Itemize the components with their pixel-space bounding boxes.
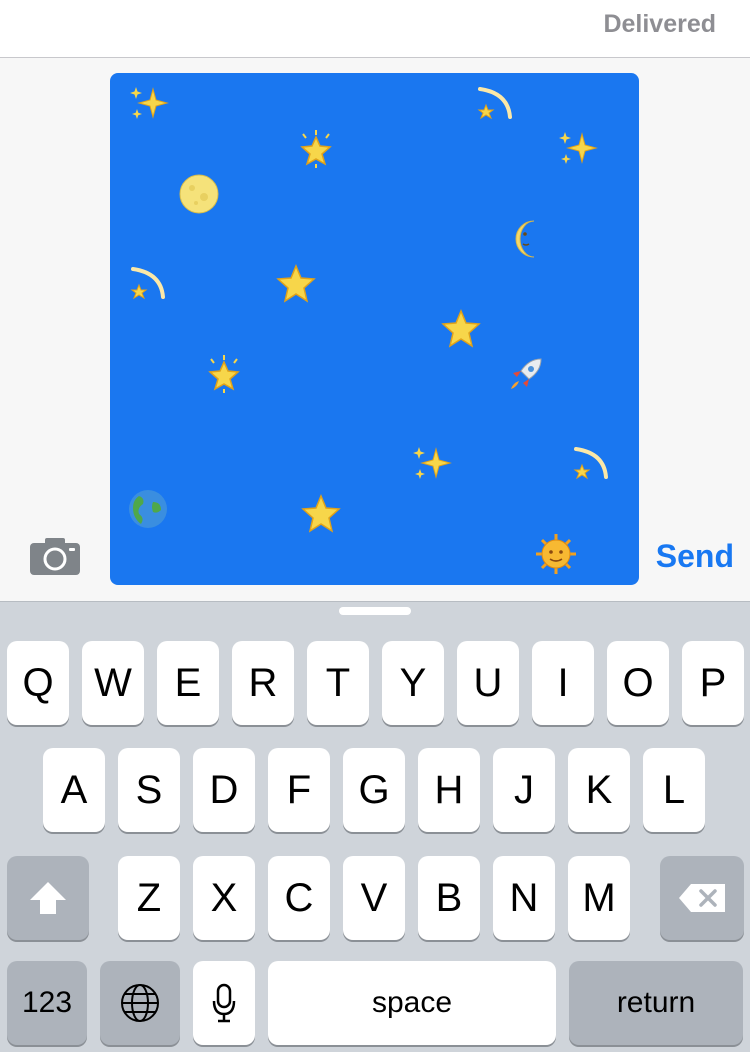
send-button[interactable]: Send [656, 538, 734, 575]
key-a[interactable]: A [43, 748, 105, 832]
delivery-status: Delivered [603, 10, 716, 38]
key-r[interactable]: R [232, 641, 294, 725]
key-g[interactable]: G [343, 748, 405, 832]
globe-icon [121, 984, 159, 1022]
key-u[interactable]: U [457, 641, 519, 725]
key-j[interactable]: J [493, 748, 555, 832]
shift-icon [30, 882, 66, 914]
sparkles-icon [410, 443, 452, 485]
keyboard: QWERTYUIOP ASDFGHJKL ZXCVBNM 123 space r [0, 601, 750, 1052]
camera-icon [30, 538, 80, 575]
key-e[interactable]: E [157, 641, 219, 725]
key-v[interactable]: V [343, 856, 405, 940]
microphone-icon [212, 983, 236, 1023]
globe-icon [127, 488, 169, 530]
numbers-key[interactable]: 123 [7, 961, 87, 1045]
full-moon-icon [178, 173, 220, 215]
delete-key[interactable] [660, 856, 744, 940]
drawing-canvas[interactable] [110, 73, 639, 585]
key-z[interactable]: Z [118, 856, 180, 940]
star-icon [275, 263, 317, 305]
globe-key[interactable] [100, 961, 180, 1045]
shooting-star-icon [474, 83, 516, 125]
key-w[interactable]: W [82, 641, 144, 725]
space-key[interactable]: space [268, 961, 556, 1045]
delete-icon [679, 884, 725, 912]
key-s[interactable]: S [118, 748, 180, 832]
key-f[interactable]: F [268, 748, 330, 832]
shooting-star-icon [127, 263, 169, 305]
key-m[interactable]: M [568, 856, 630, 940]
shooting-star-icon [570, 443, 612, 485]
top-bar: Delivered [0, 0, 750, 58]
shift-key[interactable] [7, 856, 89, 940]
key-y[interactable]: Y [382, 641, 444, 725]
glowing-star-icon [295, 128, 337, 170]
key-d[interactable]: D [193, 748, 255, 832]
sun-face-icon [535, 533, 577, 575]
sparkles-icon [556, 128, 598, 170]
key-x[interactable]: X [193, 856, 255, 940]
crescent-moon-face-icon [510, 218, 552, 260]
glowing-star-icon [203, 353, 245, 395]
key-l[interactable]: L [643, 748, 705, 832]
sparkles-icon [127, 83, 169, 125]
key-p[interactable]: P [682, 641, 744, 725]
key-h[interactable]: H [418, 748, 480, 832]
key-i[interactable]: I [532, 641, 594, 725]
star-icon [300, 493, 342, 535]
star-icon [440, 308, 482, 350]
key-n[interactable]: N [493, 856, 555, 940]
return-key[interactable]: return [569, 961, 743, 1045]
camera-button[interactable] [29, 536, 81, 576]
microphone-key[interactable] [193, 961, 255, 1045]
key-c[interactable]: C [268, 856, 330, 940]
keyboard-grabber[interactable] [339, 607, 411, 615]
key-b[interactable]: B [418, 856, 480, 940]
key-o[interactable]: O [607, 641, 669, 725]
rocket-icon [505, 353, 547, 395]
key-k[interactable]: K [568, 748, 630, 832]
key-q[interactable]: Q [7, 641, 69, 725]
key-t[interactable]: T [307, 641, 369, 725]
